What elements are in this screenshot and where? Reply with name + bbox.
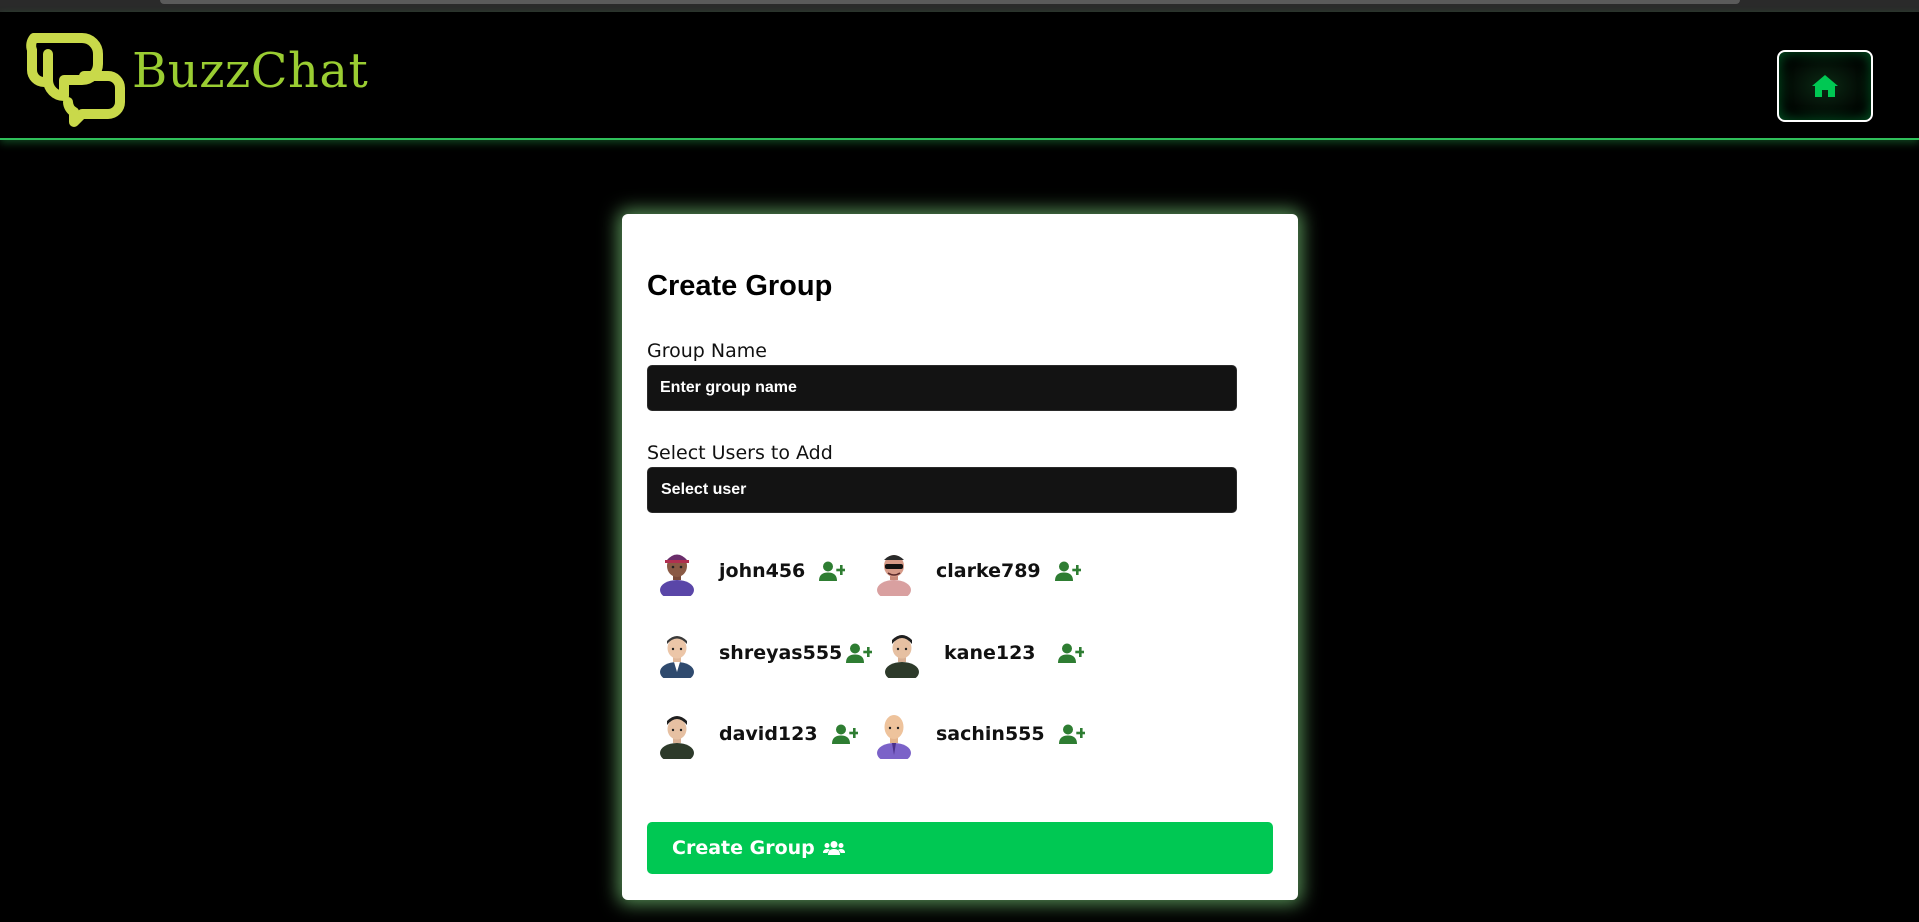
user-plus-icon[interactable]: [1058, 724, 1085, 744]
navbar: BuzzChat: [0, 12, 1919, 140]
browser-top-bar: [0, 0, 1919, 12]
username: john456: [719, 560, 806, 582]
user-item-shreyas555[interactable]: shreyas555: [647, 628, 873, 678]
username: shreyas555: [719, 642, 843, 664]
create-group-button-label: Create Group: [672, 837, 815, 859]
home-button[interactable]: [1777, 50, 1873, 122]
page-title: Create Group: [647, 270, 833, 302]
user-plus-icon[interactable]: [831, 724, 858, 744]
avatar: [660, 554, 694, 596]
username: david123: [719, 723, 818, 745]
user-select-dropdown[interactable]: Select user: [647, 467, 1237, 513]
user-plus-icon[interactable]: [819, 561, 846, 581]
group-name-label: Group Name: [647, 340, 767, 362]
chat-bubbles-logo-icon: [26, 33, 125, 127]
avatar: [877, 715, 911, 759]
user-plus-icon[interactable]: [1057, 643, 1084, 663]
user-item-sachin555[interactable]: sachin555: [864, 709, 1085, 759]
user-item-clarke789[interactable]: clarke789: [864, 546, 1081, 596]
create-group-button[interactable]: Create Group: [647, 822, 1273, 874]
username: sachin555: [936, 723, 1045, 745]
create-group-card: Create Group Group Name Select Users to …: [622, 214, 1298, 900]
user-item-kane123[interactable]: kane123: [872, 628, 1084, 678]
home-icon: [1812, 75, 1838, 97]
select-users-label: Select Users to Add: [647, 442, 833, 464]
avatar: [660, 716, 694, 759]
user-item-john456[interactable]: john456: [647, 546, 846, 596]
avatar: [877, 555, 911, 596]
users-icon: [822, 841, 845, 855]
username: kane123: [944, 642, 1036, 664]
scrollbar-thumb[interactable]: [160, 0, 1740, 4]
brand-name: BuzzChat: [132, 43, 369, 99]
avatar: [660, 636, 694, 678]
username: clarke789: [936, 560, 1041, 582]
group-name-input[interactable]: [647, 365, 1237, 411]
user-item-david123[interactable]: david123: [647, 709, 858, 759]
avatar: [885, 635, 919, 678]
user-plus-icon[interactable]: [846, 643, 873, 663]
user-plus-icon[interactable]: [1054, 561, 1081, 581]
brand-logo[interactable]: BuzzChat: [24, 24, 368, 128]
